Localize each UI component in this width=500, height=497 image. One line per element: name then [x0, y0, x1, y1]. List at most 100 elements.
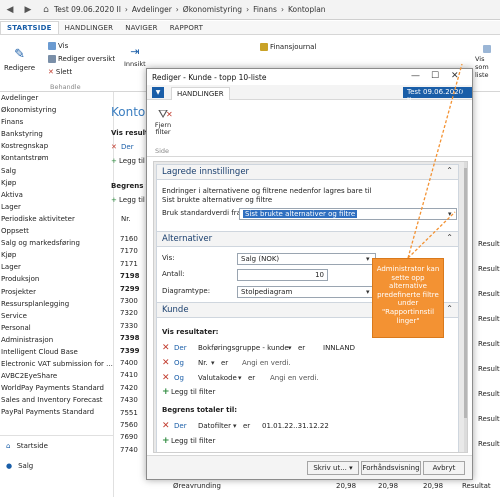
innsikt-button[interactable]: ⇥ Innsikt i kontoplan [124, 45, 146, 68]
breadcrumb-item[interactable]: Avdelinger [132, 5, 172, 14]
vis-button[interactable]: Vis [48, 42, 68, 50]
antall-label: Antall: [162, 270, 185, 278]
help-icon[interactable]: ? [460, 87, 470, 97]
filter-value[interactable]: Angi en verdi. [242, 359, 291, 367]
chevron-down-icon[interactable]: ▾ [233, 422, 237, 430]
sales-icon: ● [6, 462, 13, 470]
sidebar-item[interactable]: Kontantstrøm [0, 152, 113, 164]
account-number: 7420 [120, 383, 138, 392]
slett-button[interactable]: ✕ Slett [48, 68, 72, 76]
nav-salg[interactable]: ● Salg [0, 456, 113, 476]
forhandsvisning-button[interactable]: Forhåndsvisning [361, 461, 421, 475]
legg-til-filter[interactable]: Legg til filter [171, 437, 215, 445]
sidebar-item[interactable]: Kjøp [0, 249, 113, 261]
chevron-down-icon[interactable]: ▾ [211, 359, 215, 367]
chevron-down-icon[interactable]: ▾ [238, 374, 242, 382]
sidebar-item[interactable]: Produksjon [0, 273, 113, 285]
standardverdi-select[interactable]: Sist brukte alternativer og filtre [239, 208, 457, 220]
breadcrumb-item[interactable]: Kontoplan [288, 5, 326, 14]
forward-icon[interactable]: ▶ [20, 3, 36, 17]
chevron-down-icon[interactable]: ▾ [288, 344, 292, 352]
sidebar-item[interactable]: Prosjekter [0, 286, 113, 298]
dialog-tab-handlinger[interactable]: HANDLINGER [171, 87, 230, 100]
remove-filter-icon[interactable]: ✕ [162, 358, 170, 368]
maximize-icon[interactable]: ☐ [431, 71, 439, 81]
add-filter-icon[interactable]: + [162, 436, 170, 446]
tab-naviger[interactable]: NAVIGER [119, 22, 164, 34]
scroll-thumb[interactable] [464, 168, 467, 418]
redigere-button[interactable]: ✎ Redigere [4, 47, 35, 72]
sidebar-item[interactable]: Administrasjon [0, 334, 113, 346]
sidebar-item[interactable]: Sales and Inventory Forecast [0, 394, 113, 406]
breadcrumb-item[interactable]: Finans [253, 5, 277, 14]
chevron-down-icon[interactable]: ▾ [366, 255, 370, 263]
avbryt-button[interactable]: Avbryt [423, 461, 465, 475]
bg-nr-header: Nr. [121, 215, 131, 223]
diagramtype-label: Diagramtype: [162, 287, 211, 295]
legg-til-filter[interactable]: Legg til filter [171, 388, 215, 396]
dialog-scrollbar[interactable] [464, 162, 467, 452]
delete-icon: ✕ [48, 68, 54, 76]
sidebar-item[interactable]: Finans [0, 116, 113, 128]
home-icon[interactable]: ⌂ [38, 3, 54, 17]
collapse-icon[interactable]: ⌃ [446, 233, 453, 242]
sidebar-item[interactable]: Salg og markedsføring [0, 237, 113, 249]
minimize-icon[interactable]: — [411, 71, 420, 81]
chevron-down-icon[interactable]: ▾ [366, 288, 370, 296]
chevron-down-icon[interactable]: ▾ [448, 210, 452, 218]
collapse-icon[interactable]: ⌃ [446, 304, 453, 313]
sidebar-item[interactable]: Oppsett [0, 225, 113, 237]
filter-value[interactable]: Angi en verdi. [270, 374, 319, 382]
filter-field[interactable]: Bokføringsgruppe - kunde [198, 344, 289, 352]
sidebar-item[interactable]: Ressursplanlegging [0, 298, 113, 310]
filter-value[interactable]: 01.01.22..31.12.22 [262, 422, 329, 430]
sidebar-item[interactable]: AVBC2EyeShare [0, 370, 113, 382]
collapse-icon[interactable]: ⌃ [446, 166, 453, 175]
fjern-filter-button[interactable]: ⛛ ✕ Fjern filter [152, 107, 174, 136]
sidebar-item[interactable]: Lager [0, 201, 113, 213]
diagramtype-select[interactable]: Stolpediagram [237, 286, 376, 298]
sidebar-item[interactable]: Personal [0, 322, 113, 334]
remove-filter-icon[interactable]: ✕ [162, 373, 170, 383]
filter-field[interactable]: Datofilter [198, 422, 231, 430]
sidebar-item[interactable]: Aktiva [0, 189, 113, 201]
antall-input[interactable]: 10 [237, 269, 328, 281]
nav-startside[interactable]: ⌂ Startside [0, 436, 113, 456]
sidebar-item[interactable]: Salg [0, 165, 113, 177]
sidebar-item[interactable]: Avdelinger [0, 92, 113, 104]
sidebar-item[interactable]: Bankstyring [0, 128, 113, 140]
back-icon[interactable]: ◀ [2, 3, 18, 17]
remove-filter-icon[interactable]: ✕ [162, 343, 170, 353]
sidebar-item[interactable]: Kostregnskap [0, 140, 113, 152]
section-alternativer[interactable]: Alternativer ⌃ [156, 231, 459, 247]
sidebar-item[interactable]: PayPal Payments Standard [0, 406, 113, 418]
sidebar-item[interactable]: Kjøp [0, 177, 113, 189]
sidebar-item[interactable]: Periodiske aktiviteter [0, 213, 113, 225]
sidebar-item[interactable]: Økonomistyring [0, 104, 113, 116]
breadcrumb-item[interactable]: Økonomistyring [183, 5, 242, 14]
rediger-oversikt-button[interactable]: Rediger oversikt [48, 55, 115, 63]
breadcrumb-company[interactable]: Test 09.06.2020 II [54, 5, 121, 14]
sidebar-item[interactable]: WorldPay Payments Standard [0, 382, 113, 394]
skriv-ut-button[interactable]: Skriv ut... ▾ [307, 461, 359, 475]
dialog-titlebar: Rediger - Kunde - topp 10-liste [147, 69, 472, 85]
sidebar-item[interactable]: Service [0, 310, 113, 322]
remove-filter-icon[interactable]: ✕ [162, 421, 170, 431]
vis-som-liste-button[interactable]: Vis som liste [475, 45, 499, 79]
view-icon [48, 42, 56, 50]
filter-value[interactable]: INNLAND [323, 344, 355, 352]
sidebar-item[interactable]: Lager [0, 261, 113, 273]
close-icon[interactable]: ✕ [451, 71, 459, 81]
sidebar-item[interactable]: Electronic VAT submission for ... [0, 358, 113, 370]
sidebar-item[interactable]: Intelligent Cloud Base [0, 346, 113, 358]
tab-rapport[interactable]: RAPPORT [164, 22, 209, 34]
tab-handlinger[interactable]: HANDLINGER [59, 22, 120, 34]
dropdown-icon[interactable]: ▼ [152, 87, 164, 98]
tab-startside[interactable]: STARTSIDE [0, 21, 59, 34]
filter-field[interactable]: Valutakode [198, 374, 237, 382]
add-filter-icon[interactable]: + [162, 387, 170, 397]
finansjournal-button[interactable]: Finansjournal [260, 43, 316, 51]
vis-select[interactable]: Salg (NOK) [237, 253, 376, 265]
filter-field[interactable]: Nr. [198, 359, 208, 367]
section-lagrede[interactable]: Lagrede innstillinger ⌃ [156, 164, 459, 180]
